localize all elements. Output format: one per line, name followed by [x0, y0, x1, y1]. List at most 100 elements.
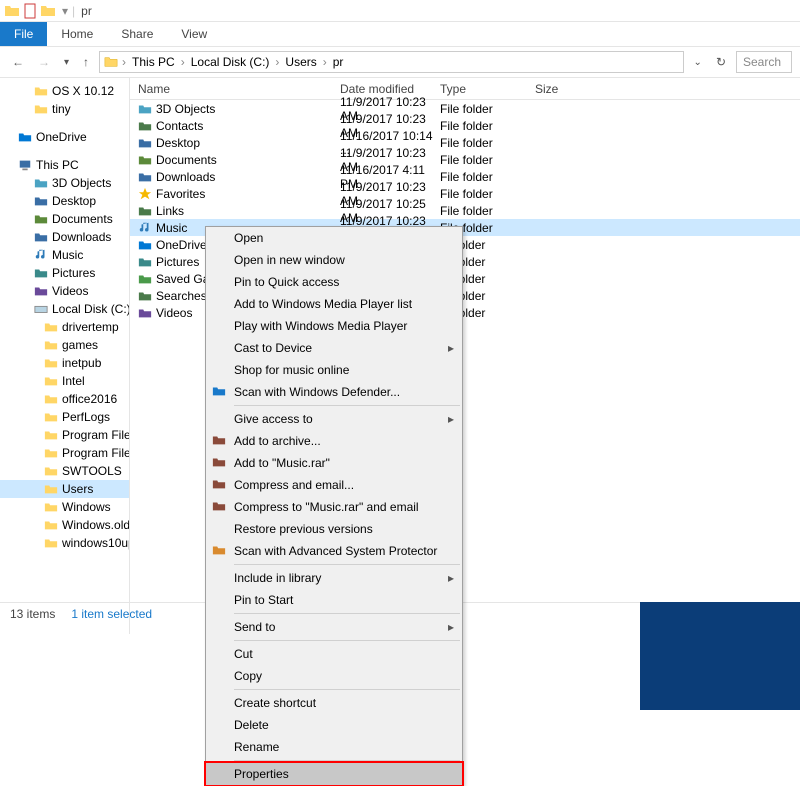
menu-label: Properties	[234, 767, 289, 781]
menu-label: Compress and email...	[234, 478, 354, 492]
tree-item[interactable]: PerfLogs	[0, 408, 129, 426]
tree-label: Windows.old	[62, 518, 130, 532]
menu-item[interactable]: Scan with Advanced System Protector	[206, 540, 462, 562]
tree-item[interactable]: OS X 10.12	[0, 82, 129, 100]
row-type: File folder	[440, 204, 535, 218]
col-header-date[interactable]: Date modified	[340, 82, 440, 96]
window-title: pr	[81, 4, 92, 18]
tree-item[interactable]: OneDrive	[0, 128, 129, 146]
menu-item[interactable]: Give access to▸	[206, 408, 462, 430]
menu-item[interactable]: Add to Windows Media Player list	[206, 293, 462, 315]
tree-item[interactable]: This PC	[0, 156, 129, 174]
list-row[interactable]: Desktop 11/16/2017 10:14 ... File folder	[130, 134, 800, 151]
taskbar-area	[640, 602, 800, 710]
menu-item[interactable]: Create shortcut	[206, 692, 462, 714]
row-type: File folder	[440, 187, 535, 201]
tree-label: PerfLogs	[62, 410, 110, 424]
crumb[interactable]: Local Disk (C:)	[189, 55, 272, 69]
tab-view[interactable]: View	[167, 23, 221, 45]
menu-item[interactable]: Send to▸	[206, 616, 462, 638]
menu-item[interactable]: Include in library▸	[206, 567, 462, 589]
crumb[interactable]: pr	[331, 55, 346, 69]
menu-item[interactable]: Compress to "Music.rar" and email	[206, 496, 462, 518]
menu-item[interactable]: Open	[206, 227, 462, 249]
menu-item[interactable]: Rename	[206, 736, 462, 758]
dropdown-icon[interactable]: ⌄	[690, 55, 706, 70]
chevron-down-icon[interactable]: ▾	[58, 4, 72, 18]
tree-item[interactable]: Windows.old	[0, 516, 129, 534]
list-row[interactable]: Links 11/9/2017 10:25 AM File folder	[130, 202, 800, 219]
list-row[interactable]: Downloads 11/16/2017 4:11 PM File folder	[130, 168, 800, 185]
tree-label: windows10upg	[62, 536, 130, 550]
menu-label: Send to	[234, 620, 275, 634]
menu-item[interactable]: Cast to Device▸	[206, 337, 462, 359]
crumb[interactable]: Users	[283, 55, 318, 69]
col-header-name[interactable]: Name	[130, 82, 340, 96]
tab-share[interactable]: Share	[107, 23, 167, 45]
tree-item[interactable]: Downloads	[0, 228, 129, 246]
tree-item[interactable]: Desktop	[0, 192, 129, 210]
refresh-button[interactable]: ↻	[712, 53, 730, 71]
col-header-size[interactable]: Size	[535, 82, 595, 96]
menu-item[interactable]: Pin to Start	[206, 589, 462, 611]
menu-item[interactable]: Add to archive...	[206, 430, 462, 452]
menu-item[interactable]: Properties	[206, 763, 462, 785]
tree-item[interactable]: Users	[0, 480, 129, 498]
tree-item[interactable]: Documents	[0, 210, 129, 228]
tree-item[interactable]: 3D Objects	[0, 174, 129, 192]
up-button[interactable]: ↑	[79, 53, 93, 71]
tree-item[interactable]: drivertemp	[0, 318, 129, 336]
tree-label: tiny	[52, 102, 71, 116]
forward-button: →	[34, 53, 54, 71]
list-row[interactable]: Contacts 11/9/2017 10:23 AM File folder	[130, 117, 800, 134]
list-row[interactable]: Documents 11/9/2017 10:23 AM File folder	[130, 151, 800, 168]
tree-item[interactable]: SWTOOLS	[0, 462, 129, 480]
tree-item[interactable]: inetpub	[0, 354, 129, 372]
chevron-right-icon: ›	[321, 55, 329, 69]
menu-item[interactable]: Compress and email...	[206, 474, 462, 496]
tab-file[interactable]: File	[0, 22, 47, 46]
tree-item[interactable]: office2016	[0, 390, 129, 408]
menu-item[interactable]: Delete	[206, 714, 462, 736]
menu-label: Scan with Windows Defender...	[234, 385, 400, 399]
tree-label: Local Disk (C:)	[52, 302, 130, 316]
menu-item[interactable]: Open in new window	[206, 249, 462, 271]
menu-item[interactable]: Shop for music online	[206, 359, 462, 381]
folder-icon	[4, 3, 20, 19]
tree-item[interactable]: windows10upg	[0, 534, 129, 552]
tree-label: Downloads	[52, 230, 111, 244]
crumb[interactable]: This PC	[130, 55, 177, 69]
tree-item[interactable]: Local Disk (C:)	[0, 300, 129, 318]
chevron-down-icon[interactable]: ▾	[60, 55, 73, 70]
menu-item[interactable]: Copy	[206, 665, 462, 687]
tree-item[interactable]: Program Files	[0, 426, 129, 444]
list-row[interactable]: 3D Objects 11/9/2017 10:23 AM File folde…	[130, 100, 800, 117]
tree-label: Windows	[62, 500, 111, 514]
tree-item[interactable]: Music	[0, 246, 129, 264]
menu-label: Give access to	[234, 412, 313, 426]
tree-item[interactable]: Pictures	[0, 264, 129, 282]
tree-item[interactable]: games	[0, 336, 129, 354]
tree-label: SWTOOLS	[62, 464, 122, 478]
tree-item[interactable]: Windows	[0, 498, 129, 516]
menu-item[interactable]: Pin to Quick access	[206, 271, 462, 293]
ribbon-tabs: File Home Share View	[0, 22, 800, 46]
menu-item[interactable]: Restore previous versions	[206, 518, 462, 540]
col-header-type[interactable]: Type	[440, 82, 535, 96]
tree-item[interactable]: Intel	[0, 372, 129, 390]
menu-separator	[234, 613, 460, 614]
back-button[interactable]: ←	[8, 53, 28, 71]
tree-label: This PC	[36, 158, 79, 172]
breadcrumb[interactable]: › This PC › Local Disk (C:) › Users › pr	[99, 51, 684, 73]
menu-item[interactable]: Scan with Windows Defender...	[206, 381, 462, 403]
tree-item[interactable]: Videos	[0, 282, 129, 300]
tree-item[interactable]: tiny	[0, 100, 129, 118]
menu-item[interactable]: Cut	[206, 643, 462, 665]
tab-home[interactable]: Home	[47, 23, 107, 45]
menu-label: Delete	[234, 718, 269, 732]
search-input[interactable]: Search	[736, 51, 792, 73]
menu-item[interactable]: Play with Windows Media Player	[206, 315, 462, 337]
tree-item[interactable]: Program Files (	[0, 444, 129, 462]
menu-item[interactable]: Add to "Music.rar"	[206, 452, 462, 474]
list-row[interactable]: Favorites 11/9/2017 10:23 AM File folder	[130, 185, 800, 202]
